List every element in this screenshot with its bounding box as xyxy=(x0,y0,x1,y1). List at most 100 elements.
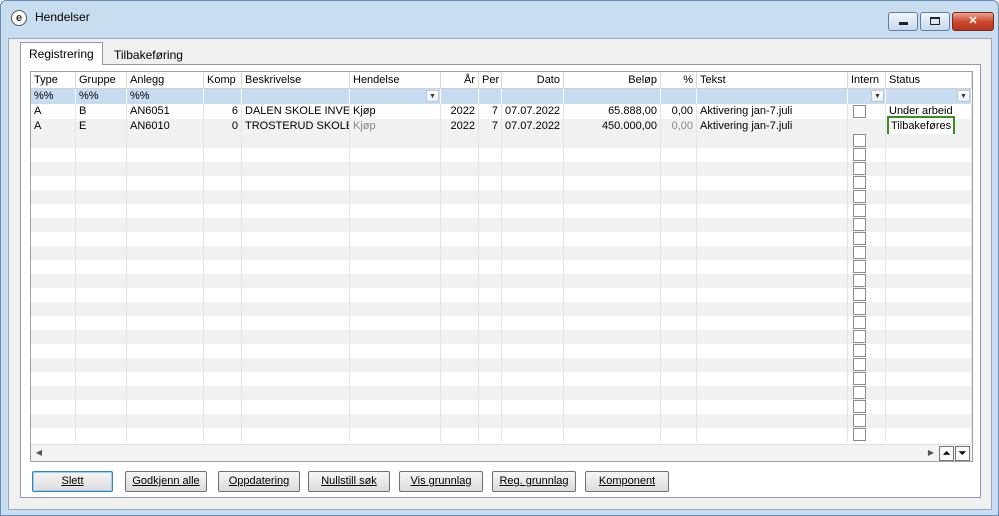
col-header-dato[interactable]: Dato xyxy=(502,72,564,88)
empty-cell xyxy=(127,302,204,316)
vis-grunnlag-button[interactable]: Vis grunnlag xyxy=(399,471,483,492)
col-header-anlegg[interactable]: Anlegg xyxy=(127,72,204,88)
slett-button[interactable]: Slett xyxy=(32,471,113,492)
horizontal-scrollbar[interactable]: ◀ ▶ ⏶ ⏷ xyxy=(31,444,972,461)
filter-status-select[interactable]: ▼ xyxy=(886,89,972,104)
empty-cell xyxy=(479,232,502,246)
empty-cell xyxy=(76,134,127,148)
empty-cell xyxy=(564,330,661,344)
filter-pct-input[interactable] xyxy=(661,89,697,104)
tab-tilbakeforing[interactable]: Tilbakeføring xyxy=(106,44,191,66)
chevron-down-icon[interactable]: ▼ xyxy=(871,90,884,102)
intern-checkbox[interactable] xyxy=(853,274,866,287)
empty-row xyxy=(31,288,972,302)
intern-checkbox[interactable] xyxy=(853,414,866,427)
empty-cell xyxy=(661,260,697,274)
col-header-hendelse[interactable]: Hendelse xyxy=(350,72,441,88)
godkjenn-alle-button[interactable]: Godkjenn alle xyxy=(125,471,207,492)
intern-checkbox[interactable] xyxy=(853,218,866,231)
chevron-down-icon[interactable]: ▼ xyxy=(426,90,439,102)
filter-komp-input[interactable] xyxy=(204,89,242,104)
col-header-tekst[interactable]: Tekst xyxy=(697,72,848,88)
empty-cell xyxy=(564,288,661,302)
col-header-type[interactable]: Type xyxy=(31,72,76,88)
intern-checkbox[interactable] xyxy=(853,162,866,175)
intern-checkbox[interactable] xyxy=(853,288,866,301)
filter-anlegg-input[interactable]: %% xyxy=(127,89,204,104)
intern-checkbox[interactable] xyxy=(853,330,866,343)
intern-checkbox[interactable] xyxy=(853,400,866,413)
events-grid[interactable]: Type Gruppe Anlegg Komp Beskrivelse Hend… xyxy=(30,71,973,462)
close-button[interactable]: ✕ xyxy=(952,12,994,31)
empty-cell xyxy=(479,288,502,302)
komponent-button[interactable]: Komponent xyxy=(585,471,669,492)
empty-cell xyxy=(564,190,661,204)
title-bar[interactable]: e Hendelser ✕ xyxy=(1,1,998,31)
intern-checkbox[interactable] xyxy=(853,260,866,273)
intern-checkbox[interactable] xyxy=(853,134,866,147)
empty-row xyxy=(31,176,972,190)
intern-checkbox[interactable] xyxy=(853,316,866,329)
intern-checkbox[interactable] xyxy=(853,302,866,315)
empty-cell xyxy=(479,274,502,288)
empty-cell xyxy=(479,246,502,260)
empty-row xyxy=(31,316,972,330)
filter-per-input[interactable] xyxy=(479,89,502,104)
filter-intern-select[interactable]: ▼ xyxy=(848,89,886,104)
col-header-belop[interactable]: Beløp xyxy=(564,72,661,88)
intern-checkbox[interactable] xyxy=(853,176,866,189)
tab-registrering[interactable]: Registrering xyxy=(20,42,103,65)
empty-cell xyxy=(661,274,697,288)
intern-checkbox[interactable] xyxy=(853,246,866,259)
filter-dato-input[interactable] xyxy=(502,89,564,104)
col-header-gruppe[interactable]: Gruppe xyxy=(76,72,127,88)
intern-checkbox[interactable] xyxy=(853,344,866,357)
empty-cell xyxy=(886,204,972,218)
oppdatering-button[interactable]: Oppdatering xyxy=(218,471,300,492)
empty-cell xyxy=(31,302,76,316)
intern-checkbox[interactable] xyxy=(853,105,866,118)
filter-aar-input[interactable] xyxy=(441,89,479,104)
scroll-right-icon[interactable]: ▶ xyxy=(924,446,938,461)
empty-cell xyxy=(242,372,350,386)
empty-cell xyxy=(661,204,697,218)
col-header-komp[interactable]: Komp xyxy=(204,72,242,88)
reg-grunnlag-button[interactable]: Reg. grunnlag xyxy=(492,471,576,492)
intern-checkbox[interactable] xyxy=(853,148,866,161)
maximize-button[interactable] xyxy=(920,12,950,31)
intern-checkbox[interactable] xyxy=(853,386,866,399)
empty-cell xyxy=(441,162,479,176)
empty-cell xyxy=(848,218,886,232)
col-header-intern[interactable]: Intern xyxy=(848,72,886,88)
empty-cell xyxy=(242,428,350,442)
col-header-beskrivelse[interactable]: Beskrivelse xyxy=(242,72,350,88)
filter-type-input[interactable]: %% xyxy=(31,89,76,104)
filter-hendelse-select[interactable]: ▼ xyxy=(350,89,441,104)
col-header-pct[interactable]: % xyxy=(661,72,697,88)
chevron-down-icon[interactable]: ▼ xyxy=(957,90,970,102)
col-header-per[interactable]: Per xyxy=(479,72,502,88)
intern-checkbox[interactable] xyxy=(853,358,866,371)
filter-belop-input[interactable] xyxy=(564,89,661,104)
col-header-aar[interactable]: År xyxy=(441,72,479,88)
table-row[interactable]: A B AN6051 6 DALEN SKOLE INVENT Kjøp 202… xyxy=(31,104,972,119)
table-row[interactable]: A E AN6010 0 TROSTERUD SKOLE Kjøp 2022 7… xyxy=(31,116,972,137)
intern-checkbox[interactable] xyxy=(853,190,866,203)
intern-checkbox[interactable] xyxy=(853,372,866,385)
filter-tekst-input[interactable] xyxy=(697,89,848,104)
nullstill-sok-button[interactable]: Nullstill søk xyxy=(308,471,390,492)
cell-status[interactable]: Tilbakeføres xyxy=(886,116,972,137)
empty-cell xyxy=(127,246,204,260)
scroll-left-icon[interactable]: ◀ xyxy=(32,446,46,461)
intern-checkbox[interactable] xyxy=(853,232,866,245)
col-header-status[interactable]: Status xyxy=(886,72,972,88)
minimize-button[interactable] xyxy=(888,12,918,31)
empty-cell xyxy=(848,302,886,316)
empty-row xyxy=(31,358,972,372)
scroll-top-button[interactable]: ⏶ xyxy=(939,446,954,461)
scroll-bottom-button[interactable]: ⏷ xyxy=(955,446,970,461)
filter-beskrivelse-input[interactable] xyxy=(242,89,350,104)
intern-checkbox[interactable] xyxy=(853,428,866,441)
intern-checkbox[interactable] xyxy=(853,204,866,217)
filter-gruppe-input[interactable]: %% xyxy=(76,89,127,104)
